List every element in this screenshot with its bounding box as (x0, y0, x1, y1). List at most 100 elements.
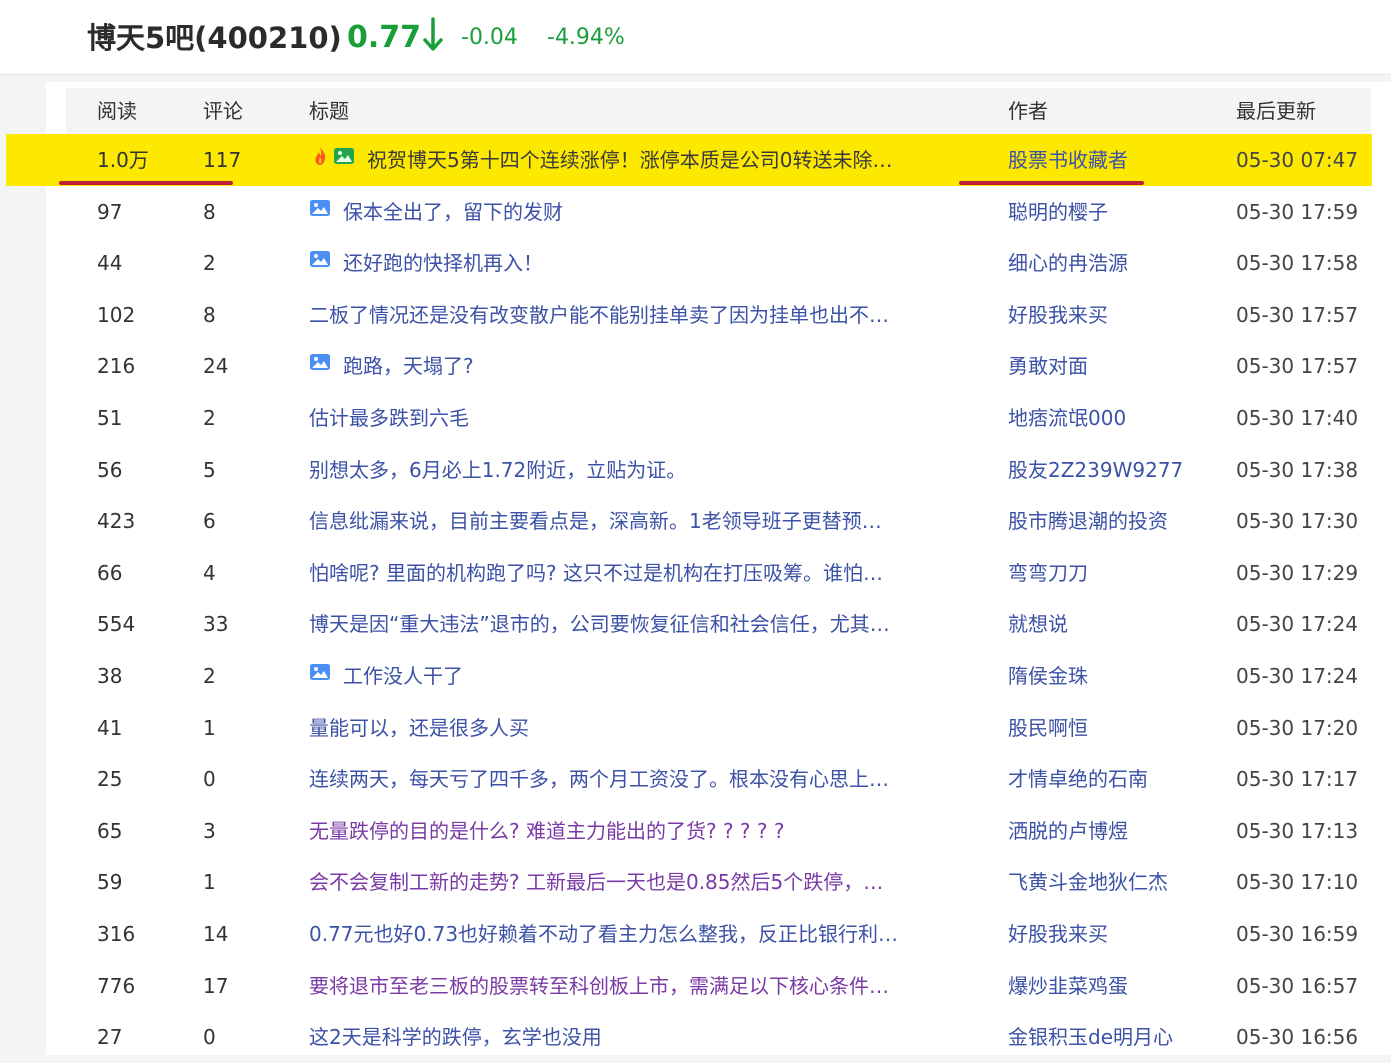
comment-count: 24 (203, 354, 229, 379)
post-title-link[interactable]: 工作没人干了 (343, 650, 463, 702)
comment-count: 0 (203, 1025, 216, 1050)
author-link[interactable]: 地痞流氓000 (1008, 392, 1126, 444)
annotation-underline (59, 181, 233, 185)
table-row[interactable]: 41 1 量能可以，还是很多人买 股民啊恒 05-30 17:20 (66, 702, 1371, 754)
last-updated: 05-30 17:10 (1236, 870, 1359, 895)
table-row[interactable]: 27 0 这2天是科学的跌停，玄学也没用 金银积玉de明月心 05-30 16:56 (66, 1011, 1371, 1063)
table-row[interactable]: 102 8 二板了情况还是没有改变散户能不能别挂单卖了因为挂单也出不… 好股我来买 05… (66, 289, 1371, 341)
post-title-link[interactable]: 二板了情况还是没有改变散户能不能别挂单卖了因为挂单也出不… (309, 289, 889, 341)
author-link[interactable]: 爆炒韭菜鸡蛋 (1008, 960, 1128, 1012)
author-link[interactable]: 弯弯刀刀 (1008, 547, 1088, 599)
post-title-link[interactable]: 估计最多跌到六毛 (309, 392, 469, 444)
table-row[interactable]: 56 5 别想太多，6月必上1.72附近，立贴为证。 股友2Z239W9277 05-3… (66, 444, 1371, 496)
post-title-link[interactable]: 跑路，天塌了? (343, 340, 474, 392)
comment-count: 2 (203, 664, 216, 688)
author-link[interactable]: 勇敢对面 (1008, 340, 1088, 392)
author-link[interactable]: 金银积玉de明月心 (1008, 1011, 1173, 1063)
last-updated: 05-30 17:20 (1236, 715, 1359, 740)
comment-count: 6 (203, 509, 216, 534)
post-title-link[interactable]: 怕啥呢? 里面的机构跑了吗? 这只不过是机构在打压吸筹。谁怕… (309, 547, 883, 599)
table-row[interactable]: 38 2 工作没人干了 隋侯金珠 05-30 17:24 (66, 650, 1371, 702)
comment-count: 8 (203, 302, 216, 327)
author-link[interactable]: 好股我来买 (1008, 289, 1108, 341)
table-row[interactable]: 51 2 估计最多跌到六毛 地痞流氓000 05-30 17:40 (66, 392, 1371, 444)
table-row[interactable]: 316 14 0.77元也好0.73也好赖着不动了看主力怎么整我，反正比银行利… 好股… (66, 908, 1371, 960)
author-link[interactable]: 洒脱的卢博煜 (1008, 805, 1128, 857)
post-title-link[interactable]: 祝贺博天5第十四个连续涨停！涨停本质是公司0转送未除… (367, 134, 892, 186)
author-link[interactable]: 隋侯金珠 (1008, 650, 1088, 702)
read-count: 316 (97, 922, 136, 946)
read-count: 56 (97, 457, 123, 482)
table-row[interactable]: 59 1 会不会复制工新的走势? 工新最后一天也是0.85然后5个跌停，… 飞黄斗金地… (66, 856, 1371, 908)
last-updated: 05-30 17:57 (1236, 354, 1359, 379)
post-title-link[interactable]: 还好跑的快择机再入！ (343, 237, 543, 289)
author-link[interactable]: 聪明的樱子 (1008, 186, 1108, 238)
last-updated: 05-30 16:57 (1236, 973, 1359, 998)
read-count: 554 (97, 612, 136, 637)
comment-count: 8 (203, 199, 216, 224)
comment-count: 1 (203, 715, 216, 740)
post-title-link[interactable]: 会不会复制工新的走势? 工新最后一天也是0.85然后5个跌停，… (309, 856, 883, 908)
author-link[interactable]: 就想说 (1008, 598, 1068, 650)
read-count: 65 (97, 818, 123, 843)
comment-count: 1 (203, 870, 216, 895)
read-count: 38 (97, 664, 123, 688)
post-title-link[interactable]: 博天是因“重大违法”退市的，公司要恢复征信和社会信任，尤其… (309, 598, 890, 650)
last-updated: 05-30 17:24 (1236, 664, 1359, 688)
post-title-link[interactable]: 0.77元也好0.73也好赖着不动了看主力怎么整我，反正比银行利… (309, 908, 898, 960)
read-count: 59 (97, 870, 123, 895)
post-title-link[interactable]: 无量跌停的目的是什么? 难道主力能出的了货? ? ? ? ? (309, 805, 784, 857)
author-link[interactable]: 股票书收藏者 (1008, 134, 1128, 186)
comment-count: 2 (203, 406, 216, 430)
last-updated: 05-30 17:59 (1236, 199, 1359, 224)
read-count: 27 (97, 1025, 123, 1050)
author-link[interactable]: 细心的冉浩源 (1008, 237, 1128, 289)
read-count: 97 (97, 199, 123, 224)
last-updated: 05-30 17:38 (1236, 457, 1359, 482)
table-row[interactable]: 554 33 博天是因“重大违法”退市的，公司要恢复征信和社会信任，尤其… 就想说 05… (66, 598, 1371, 650)
read-count: 25 (97, 767, 123, 792)
table-row[interactable]: 66 4 怕啥呢? 里面的机构跑了吗? 这只不过是机构在打压吸筹。谁怕… 弯弯刀刀 05… (66, 547, 1371, 599)
post-title-link[interactable]: 要将退市至老三板的股票转至科创板上市，需满足以下核心条件… (309, 960, 889, 1012)
read-count: 51 (97, 406, 123, 430)
table-row[interactable]: 776 17 要将退市至老三板的股票转至科创板上市，需满足以下核心条件… 爆炒韭菜鸡蛋… (66, 960, 1371, 1012)
post-title-link[interactable]: 这2天是科学的跌停，玄学也没用 (309, 1011, 602, 1063)
post-title-link[interactable]: 信息纰漏来说，目前主要看点是，深高新。1老领导班子更替预… (309, 495, 882, 547)
last-updated: 05-30 17:29 (1236, 560, 1359, 585)
table-row[interactable]: 44 2 还好跑的快择机再入！ 细心的冉浩源 05-30 17:58 (66, 237, 1371, 289)
table-row[interactable]: 97 8 保本全出了，留下的发财 聪明的樱子 05-30 17:59 (66, 186, 1371, 238)
read-count: 41 (97, 715, 123, 740)
author-link[interactable]: 股友2Z239W9277 (1008, 444, 1183, 496)
author-link[interactable]: 才情卓绝的石南 (1008, 753, 1148, 805)
table-row[interactable]: 423 6 信息纰漏来说，目前主要看点是，深高新。1老领导班子更替预… 股市腾退潮的投… (66, 495, 1371, 547)
last-updated: 05-30 17:17 (1236, 767, 1359, 792)
post-title-link[interactable]: 连续两天，每天亏了四千多，两个月工资没了。根本没有心思上… (309, 753, 889, 805)
last-updated: 05-30 17:58 (1236, 251, 1359, 276)
table-row[interactable]: 25 0 连续两天，每天亏了四千多，两个月工资没了。根本没有心思上… 才情卓绝的石南 0… (66, 753, 1371, 805)
author-link[interactable]: 股市腾退潮的投资 (1008, 495, 1168, 547)
comment-count: 4 (203, 560, 216, 585)
comment-count: 14 (203, 922, 229, 946)
table-row[interactable]: 216 24 跑路，天塌了? 勇敢对面 05-30 17:57 (66, 340, 1371, 392)
read-count: 1.0万 (97, 148, 149, 172)
comment-count: 2 (203, 251, 216, 276)
author-link[interactable]: 飞黄斗金地狄仁杰 (1008, 856, 1168, 908)
table-row-highlighted[interactable]: 1.0万 117 祝贺博天5第十四个连续涨停！涨停本质是公司0转送未除… 股票书收藏者… (6, 134, 1372, 186)
post-title-link[interactable]: 别想太多，6月必上1.72附近，立贴为证。 (309, 444, 686, 496)
post-title-link[interactable]: 保本全出了，留下的发财 (343, 186, 563, 238)
table-row[interactable]: 65 3 无量跌停的目的是什么? 难道主力能出的了货? ? ? ? ? 洒脱的卢博煜 0… (66, 805, 1371, 857)
image-icon (309, 237, 331, 268)
read-count: 66 (97, 560, 123, 585)
read-count: 216 (97, 354, 136, 379)
post-title-link[interactable]: 量能可以，还是很多人买 (309, 702, 529, 754)
last-updated: 05-30 16:59 (1236, 922, 1359, 946)
read-count: 102 (97, 302, 136, 327)
last-updated: 05-30 17:57 (1236, 302, 1359, 327)
author-link[interactable]: 好股我来买 (1008, 908, 1108, 960)
comment-count: 17 (203, 973, 229, 998)
image-icon (333, 134, 355, 164)
author-link[interactable]: 股民啊恒 (1008, 702, 1088, 754)
last-updated: 05-30 17:30 (1236, 509, 1359, 534)
annotation-underline (959, 181, 1144, 185)
read-count: 776 (97, 973, 136, 998)
